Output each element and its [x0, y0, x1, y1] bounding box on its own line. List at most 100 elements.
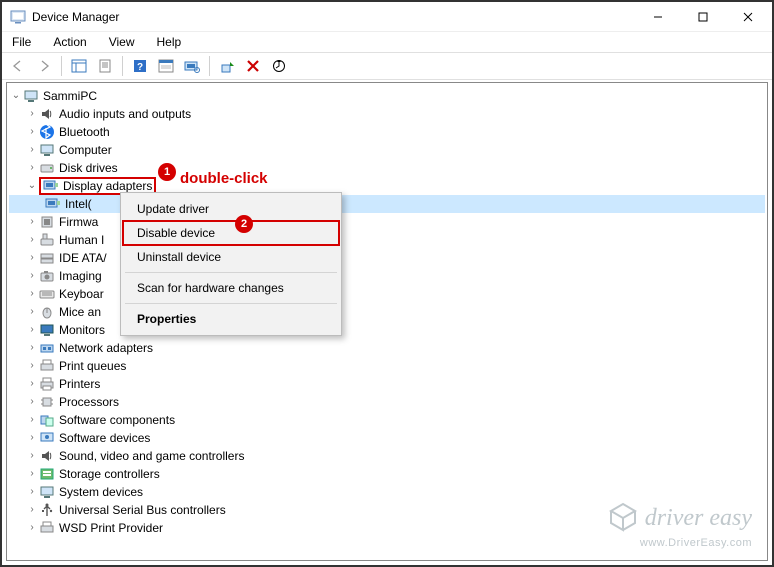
expander-icon[interactable]: ›: [25, 411, 39, 429]
enable-device-button[interactable]: [215, 55, 239, 77]
sound-icon: [39, 448, 55, 464]
menu-help[interactable]: Help: [153, 34, 186, 50]
expander-icon[interactable]: ›: [25, 519, 39, 537]
disk-icon: [39, 160, 55, 176]
expander-icon[interactable]: ›: [25, 321, 39, 339]
monitor-icon: [39, 322, 55, 338]
expander-icon[interactable]: ›: [25, 483, 39, 501]
menubar: File Action View Help: [2, 32, 772, 52]
expander-icon[interactable]: ⌄: [9, 87, 23, 105]
uninstall-device-button[interactable]: [241, 55, 265, 77]
tree-node-printers[interactable]: › Printers: [9, 375, 765, 393]
svg-text:?: ?: [137, 62, 143, 73]
expander-icon[interactable]: ›: [25, 105, 39, 123]
tree-node-software-devices[interactable]: › Software devices: [9, 429, 765, 447]
expander-icon[interactable]: ›: [25, 375, 39, 393]
ctx-properties[interactable]: Properties: [123, 307, 339, 331]
keyboard-icon: [39, 286, 55, 302]
tree-node-system-devices[interactable]: › System devices: [9, 483, 765, 501]
expander-icon[interactable]: ›: [25, 339, 39, 357]
display-adapter-icon: [43, 178, 59, 194]
show-hidden-button[interactable]: [67, 55, 91, 77]
printer-icon: [39, 376, 55, 392]
toolbar: ?: [2, 52, 772, 80]
tree-node-audio[interactable]: › Audio inputs and outputs: [9, 105, 765, 123]
tree-node-network[interactable]: › Network adapters: [9, 339, 765, 357]
expander-icon[interactable]: ›: [25, 249, 39, 267]
ctx-update-driver[interactable]: Update driver: [123, 197, 339, 221]
tree-node-wsd-print-provider[interactable]: › WSD Print Provider: [9, 519, 765, 537]
properties-sheet-button[interactable]: [93, 55, 117, 77]
firmware-icon: [39, 214, 55, 230]
annotation-hint-text: double-click: [180, 170, 268, 187]
ctx-scan-hardware[interactable]: Scan for hardware changes: [123, 276, 339, 300]
tree-node-processors[interactable]: › Processors: [9, 393, 765, 411]
annotation-badge-1: 1: [158, 163, 176, 181]
titlebar: Device Manager: [2, 2, 772, 32]
menu-view[interactable]: View: [105, 34, 139, 50]
scan-hardware-button[interactable]: [180, 55, 204, 77]
tree-node-usb-controllers[interactable]: › Universal Serial Bus controllers: [9, 501, 765, 519]
forward-button[interactable]: [32, 55, 56, 77]
expander-icon[interactable]: ⌄: [25, 177, 39, 195]
expander-icon[interactable]: ›: [25, 357, 39, 375]
tree-root-label: SammiPC: [43, 87, 97, 105]
expander-icon[interactable]: ›: [25, 429, 39, 447]
expander-icon[interactable]: ›: [25, 501, 39, 519]
software-device-icon: [39, 430, 55, 446]
expander-icon[interactable]: ›: [25, 465, 39, 483]
maximize-button[interactable]: [680, 3, 725, 31]
tree-node-software-components[interactable]: › Software components: [9, 411, 765, 429]
system-device-icon: [39, 484, 55, 500]
tree-node-disk-drives[interactable]: › Disk drives: [9, 159, 765, 177]
window-title: Device Manager: [32, 10, 635, 24]
audio-icon: [39, 106, 55, 122]
expander-icon[interactable]: ›: [25, 393, 39, 411]
display-adapter-icon: [45, 196, 61, 212]
tree-node-storage-controllers[interactable]: › Storage controllers: [9, 465, 765, 483]
network-icon: [39, 340, 55, 356]
menu-action[interactable]: Action: [49, 34, 90, 50]
expander-icon[interactable]: ›: [25, 447, 39, 465]
ctx-separator: [125, 272, 337, 273]
hid-icon: [39, 232, 55, 248]
expander-icon[interactable]: ›: [25, 141, 39, 159]
toolbar-separator: [61, 56, 62, 76]
expander-icon[interactable]: ›: [25, 159, 39, 177]
storage-icon: [39, 466, 55, 482]
annotation-badge-2: 2: [235, 215, 253, 233]
ide-icon: [39, 250, 55, 266]
software-component-icon: [39, 412, 55, 428]
expander-icon[interactable]: ›: [25, 267, 39, 285]
bluetooth-icon: [39, 124, 55, 140]
computer-icon: [23, 88, 39, 104]
ctx-disable-device[interactable]: Disable device: [123, 221, 339, 245]
mouse-icon: [39, 304, 55, 320]
usb-icon: [39, 502, 55, 518]
options-button[interactable]: [154, 55, 178, 77]
tree-node-sound-video-game[interactable]: › Sound, video and game controllers: [9, 447, 765, 465]
app-icon: [10, 9, 26, 25]
expander-icon[interactable]: ›: [25, 303, 39, 321]
close-button[interactable]: [725, 3, 770, 31]
tree-node-computer[interactable]: › Computer: [9, 141, 765, 159]
help-button[interactable]: ?: [128, 55, 152, 77]
expander-icon[interactable]: ›: [25, 231, 39, 249]
tree-root[interactable]: ⌄ SammiPC: [9, 87, 765, 105]
print-queue-icon: [39, 358, 55, 374]
expander-icon[interactable]: ›: [25, 285, 39, 303]
back-button[interactable]: [6, 55, 30, 77]
tree-node-bluetooth[interactable]: › Bluetooth: [9, 123, 765, 141]
menu-file[interactable]: File: [8, 34, 35, 50]
ctx-uninstall-device[interactable]: Uninstall device: [123, 245, 339, 269]
cpu-icon: [39, 394, 55, 410]
expander-icon[interactable]: ›: [25, 123, 39, 141]
tree-node-print-queues[interactable]: › Print queues: [9, 357, 765, 375]
ctx-separator: [125, 303, 337, 304]
minimize-button[interactable]: [635, 3, 680, 31]
toolbar-separator: [209, 56, 210, 76]
context-menu: Update driver Disable device Uninstall d…: [120, 192, 342, 336]
update-driver-button[interactable]: [267, 55, 291, 77]
expander-icon[interactable]: ›: [25, 213, 39, 231]
window-controls: [635, 3, 770, 31]
